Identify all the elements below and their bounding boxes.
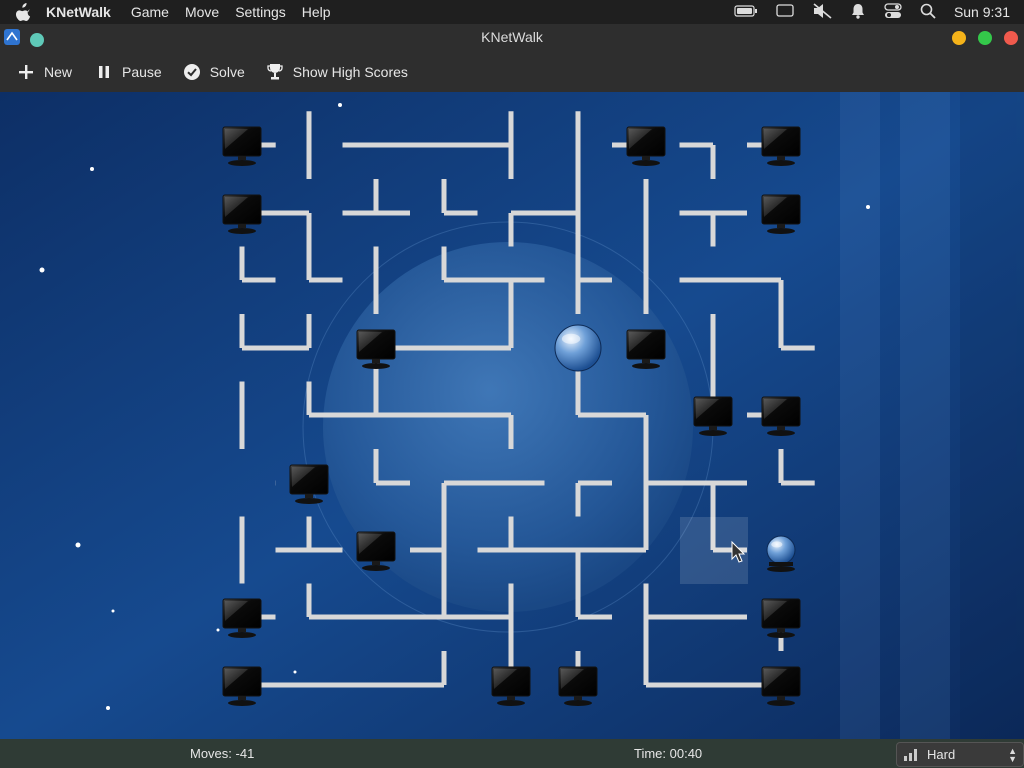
minimize-button[interactable]	[952, 31, 966, 45]
mute-icon[interactable]	[812, 2, 832, 22]
battery-icon[interactable]	[734, 4, 758, 20]
background-stripes	[840, 92, 1024, 739]
status-bar: Moves: -41 Time: 00:40 Hard ▲ ▼	[0, 739, 1024, 768]
search-icon[interactable]	[920, 3, 936, 22]
control-center-icon[interactable]	[884, 2, 902, 22]
moves-counter: Moves: -41	[190, 746, 255, 761]
difficulty-value: Hard	[927, 747, 956, 762]
time-counter: Time: 00:40	[634, 746, 703, 761]
game-board[interactable]	[0, 92, 1024, 739]
menu-help[interactable]: Help	[302, 4, 331, 20]
menu-settings[interactable]: Settings	[235, 4, 286, 20]
window-title: KNetWalk	[481, 29, 543, 45]
chevron-updown-icon: ▲ ▼	[1008, 745, 1017, 764]
menu-game[interactable]: Game	[131, 4, 169, 20]
pause-label: Pause	[122, 64, 162, 80]
solve-label: Solve	[209, 64, 245, 80]
solve-button[interactable]: Solve	[182, 56, 245, 88]
display-icon[interactable]	[776, 3, 794, 21]
trophy-icon	[265, 62, 285, 82]
maximize-button[interactable]	[978, 31, 992, 45]
new-game-label: New	[44, 64, 73, 80]
server-globe-icon[interactable]	[554, 324, 602, 372]
notification-bell-icon[interactable]	[850, 3, 866, 22]
checkmark-icon	[182, 62, 202, 82]
board-canvas[interactable]	[0, 92, 1024, 739]
plus-icon	[16, 62, 36, 82]
difficulty-bars-icon	[904, 748, 917, 761]
main-toolbar: New Pause Solve Show High Scores	[0, 52, 1024, 93]
menu-move[interactable]: Move	[185, 4, 219, 20]
clock[interactable]: Sun 9:31	[954, 4, 1010, 20]
high-scores-label: Show High Scores	[292, 64, 408, 80]
pause-button[interactable]: Pause	[94, 56, 162, 88]
close-button[interactable]	[1004, 31, 1018, 45]
new-game-button[interactable]: New	[16, 56, 72, 88]
high-scores-button[interactable]: Show High Scores	[265, 56, 408, 88]
app-menu[interactable]: KNetWalk	[46, 4, 111, 20]
system-menubar: KNetWalk Game Move Settings Help Sun 9:3…	[0, 0, 1024, 24]
apple-icon[interactable]	[0, 3, 46, 21]
pause-icon	[94, 62, 114, 82]
difficulty-select[interactable]: Hard ▲ ▼	[896, 742, 1024, 767]
window-titlebar[interactable]: KNetWalk	[0, 24, 1024, 52]
